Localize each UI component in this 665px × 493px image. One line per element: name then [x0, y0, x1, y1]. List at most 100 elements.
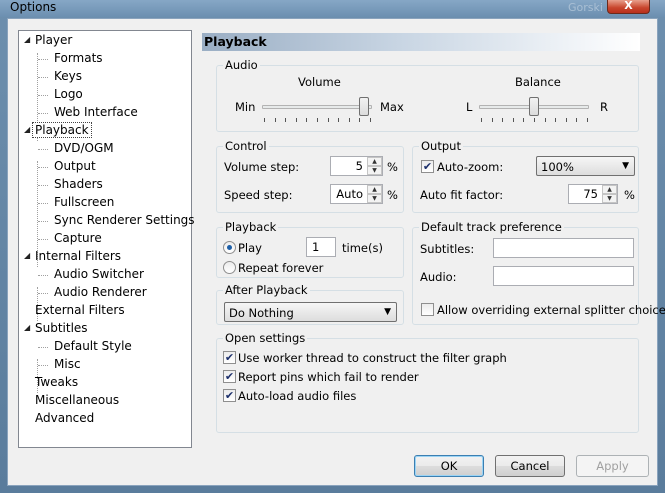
- play-times-input[interactable]: 1: [306, 237, 336, 257]
- tree-item-label[interactable]: DVD/OGM: [54, 141, 114, 155]
- tree-item-label[interactable]: Output: [54, 159, 96, 173]
- balance-left-label: L: [466, 100, 473, 114]
- play-radio[interactable]: [223, 241, 236, 254]
- tree-item[interactable]: Internal Filters: [35, 248, 121, 265]
- cancel-button[interactable]: Cancel: [495, 455, 565, 477]
- play-times-value[interactable]: 1: [312, 240, 319, 254]
- close-icon[interactable]: X: [624, 0, 632, 12]
- tree-item-label[interactable]: Default Style: [54, 339, 132, 353]
- tree-item[interactable]: External Filters: [35, 302, 125, 319]
- tree-item-label[interactable]: Shaders: [54, 177, 103, 191]
- tree-item[interactable]: Playback: [32, 122, 92, 139]
- tree-line: [38, 167, 48, 168]
- tree-item[interactable]: DVD/OGM: [54, 140, 114, 157]
- tree-item-label[interactable]: Subtitles: [35, 321, 88, 335]
- volume-step-value[interactable]: 5: [356, 159, 363, 173]
- tree-expander-icon[interactable]: ◢: [24, 251, 30, 260]
- tree-item-label[interactable]: Sync Renderer Settings: [54, 213, 195, 227]
- autozoom-select[interactable]: 100% ▼: [536, 156, 635, 176]
- tree-item-label[interactable]: Internal Filters: [35, 249, 121, 263]
- autofit-value[interactable]: 75: [583, 187, 598, 201]
- allow-override-checkbox[interactable]: [421, 303, 434, 316]
- tree-item-label[interactable]: Miscellaneous: [35, 393, 119, 407]
- tree-item[interactable]: Capture: [54, 230, 102, 247]
- open-setting-checkbox[interactable]: ✔: [223, 370, 236, 383]
- open-setting-checkbox[interactable]: ✔: [223, 389, 236, 402]
- tree-item-label[interactable]: Misc: [54, 357, 81, 371]
- tree-line: [38, 59, 48, 60]
- after-playback-select[interactable]: Do Nothing ▼: [224, 302, 397, 322]
- repeat-forever-label[interactable]: Repeat forever: [238, 261, 323, 275]
- balance-thumb[interactable]: [529, 97, 539, 116]
- slider-tick: [523, 118, 524, 122]
- open-setting-label[interactable]: Report pins which fail to render: [238, 370, 419, 384]
- tree-item[interactable]: Subtitles: [35, 320, 88, 337]
- after-playback-value[interactable]: Do Nothing: [229, 306, 294, 320]
- slider-tick: [359, 118, 360, 122]
- open-setting-label[interactable]: Use worker thread to construct the filte…: [238, 351, 507, 365]
- apply-button[interactable]: Apply: [576, 455, 649, 477]
- autofit-unit: %: [624, 188, 635, 202]
- tree-item[interactable]: Shaders: [54, 176, 103, 193]
- tree-item-label[interactable]: Audio Renderer: [54, 285, 147, 299]
- ok-button[interactable]: OK: [414, 455, 484, 477]
- tree-item-label[interactable]: Audio Switcher: [54, 267, 144, 281]
- tree-item-label[interactable]: Player: [35, 33, 72, 47]
- repeat-forever-radio[interactable]: [223, 261, 236, 274]
- tree-item-label[interactable]: Keys: [54, 69, 82, 83]
- tree-item[interactable]: Tweaks: [35, 374, 78, 391]
- tree-expander-icon[interactable]: ◢: [24, 125, 30, 134]
- tree-item[interactable]: Logo: [54, 86, 83, 103]
- autozoom-select-value[interactable]: 100%: [541, 160, 574, 174]
- open-setting-label[interactable]: Auto-load audio files: [238, 389, 356, 403]
- volume-step-stepper[interactable]: 5 ▲ ▼: [330, 156, 383, 176]
- balance-label: Balance: [515, 75, 561, 89]
- spin-up-icon[interactable]: ▲: [367, 185, 382, 194]
- tree-item[interactable]: Keys: [54, 68, 82, 85]
- allow-override-label[interactable]: Allow overriding external splitter choic…: [437, 303, 665, 317]
- tree-item-label[interactable]: Formats: [54, 51, 103, 65]
- tree-item-label[interactable]: Web Interface: [54, 105, 138, 119]
- tree-item[interactable]: Advanced: [35, 410, 94, 427]
- tree-item-label[interactable]: Fullscreen: [54, 195, 114, 209]
- tree-item-label[interactable]: Tweaks: [35, 375, 78, 389]
- autozoom-label[interactable]: Auto-zoom:: [437, 160, 503, 174]
- spin-up-icon[interactable]: ▲: [367, 157, 382, 166]
- tree-item[interactable]: Audio Switcher: [54, 266, 144, 283]
- tree-expander-icon[interactable]: ◢: [24, 35, 30, 44]
- tree-item[interactable]: Default Style: [54, 338, 132, 355]
- speed-step-value[interactable]: Auto: [336, 187, 363, 201]
- tree-item[interactable]: Audio Renderer: [54, 284, 147, 301]
- tree-item[interactable]: Fullscreen: [54, 194, 114, 211]
- tree-item[interactable]: Miscellaneous: [35, 392, 119, 409]
- tree-item[interactable]: Output: [54, 158, 96, 175]
- speed-step-stepper[interactable]: Auto ▲ ▼: [330, 184, 383, 204]
- spin-down-icon[interactable]: ▼: [367, 166, 382, 175]
- autozoom-checkbox[interactable]: ✔: [421, 160, 434, 173]
- audio-pref-input[interactable]: [493, 266, 634, 286]
- tree-item[interactable]: Sync Renderer Settings: [54, 212, 195, 229]
- tree-item-label[interactable]: Capture: [54, 231, 102, 245]
- autofit-stepper[interactable]: 75 ▲ ▼: [568, 184, 618, 204]
- subtitles-input[interactable]: [493, 238, 634, 258]
- tree-item[interactable]: Player: [35, 32, 72, 49]
- tree-item-label[interactable]: Advanced: [35, 411, 94, 425]
- tree-item-label[interactable]: External Filters: [35, 303, 125, 317]
- play-label[interactable]: Play: [238, 241, 262, 255]
- spin-down-icon[interactable]: ▼: [602, 194, 617, 203]
- options-tree[interactable]: ◢ Player Formats Keys Logo Web Interface ◢ Play…: [18, 30, 195, 448]
- tree-expander-icon[interactable]: ◢: [24, 323, 30, 332]
- spin-down-icon[interactable]: ▼: [367, 194, 382, 203]
- tree-item-label[interactable]: Logo: [54, 87, 83, 101]
- tree-item-label[interactable]: Playback: [32, 122, 92, 138]
- close-button[interactable]: X: [607, 0, 650, 14]
- tree-item[interactable]: Formats: [54, 50, 103, 67]
- spin-up-icon[interactable]: ▲: [602, 185, 617, 194]
- volume-track[interactable]: [262, 105, 372, 109]
- tree-item[interactable]: Misc: [54, 356, 81, 373]
- volume-thumb[interactable]: [359, 97, 370, 116]
- tree-item[interactable]: Web Interface: [54, 104, 138, 121]
- open-setting-checkbox[interactable]: ✔: [223, 351, 236, 364]
- chevron-down-icon[interactable]: ▼: [622, 161, 629, 171]
- chevron-down-icon[interactable]: ▼: [384, 307, 391, 317]
